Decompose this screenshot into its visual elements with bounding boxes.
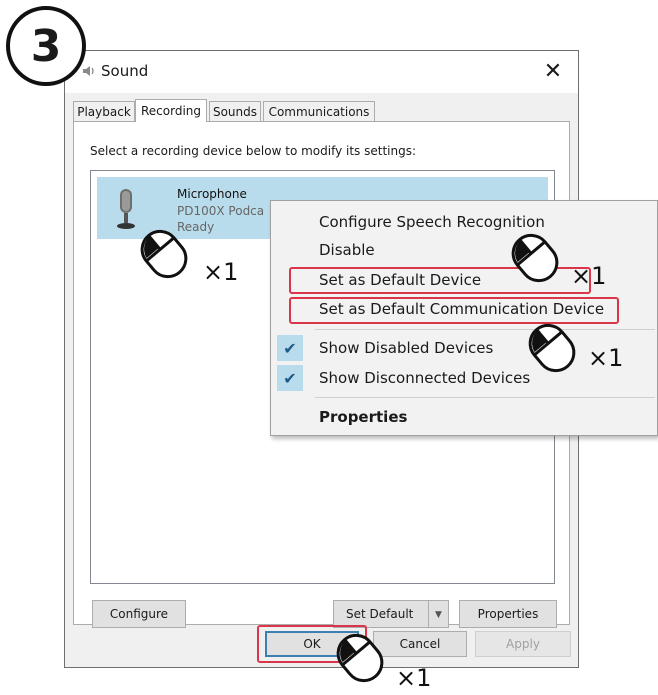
window-title: Sound — [101, 62, 149, 80]
speaker-icon — [83, 66, 94, 76]
click-count-label: ×1 — [571, 262, 607, 290]
mouse-click-icon — [336, 633, 384, 683]
mouse-click-icon — [511, 233, 559, 283]
device-properties-button[interactable]: Properties — [459, 600, 557, 628]
tab-label: Sounds — [212, 104, 258, 119]
configure-label: Configure — [109, 607, 169, 621]
cancel-label: Cancel — [399, 637, 441, 651]
device-description: PD100X Podca — [177, 204, 265, 218]
apply-label: Apply — [506, 637, 540, 651]
configure-button[interactable]: Configure — [92, 600, 186, 628]
apply-button[interactable]: Apply — [475, 631, 571, 657]
context-menu: Configure Speech Recognition Disable Set… — [270, 200, 658, 436]
checkmark-icon: ✔ — [277, 365, 303, 391]
mouse-click-icon — [140, 229, 188, 279]
device-name: Microphone — [177, 187, 247, 201]
menu-separator — [315, 397, 655, 398]
click-count-label: ×1 — [203, 258, 239, 286]
chevron-down-icon[interactable]: ▼ — [435, 610, 442, 620]
tab-recording[interactable]: Recording — [135, 99, 207, 122]
menu-item-show-disconnected-devices[interactable]: Show Disconnected Devices — [319, 369, 530, 387]
menu-item-set-as-default-communication-device[interactable]: Set as Default Communication Device — [319, 300, 604, 318]
menu-item-show-disabled-devices[interactable]: Show Disabled Devices — [319, 339, 493, 357]
menu-item-set-as-default-device[interactable]: Set as Default Device — [319, 271, 481, 289]
tab-sounds[interactable]: Sounds — [209, 101, 261, 121]
title-bar: Sound ✕ — [65, 51, 578, 93]
close-button[interactable]: ✕ — [535, 55, 571, 87]
tab-label: Recording — [140, 104, 202, 118]
step-number-badge: 3 — [6, 6, 86, 86]
menu-item-properties[interactable]: Properties — [319, 408, 407, 426]
ok-label: OK — [303, 637, 321, 651]
click-count-label: ×1 — [588, 344, 624, 372]
tab-label: Playback — [77, 104, 131, 119]
properties-label: Properties — [477, 607, 539, 621]
split-divider — [428, 601, 429, 627]
instruction-text: Select a recording device below to modif… — [90, 144, 417, 158]
tab-label: Communications — [268, 104, 370, 119]
click-count-label: ×1 — [396, 664, 432, 692]
set-default-button[interactable]: Set Default ▼ — [333, 600, 449, 628]
menu-separator — [315, 329, 655, 330]
mouse-click-icon — [528, 323, 576, 373]
tab-communications[interactable]: Communications — [263, 101, 375, 121]
set-default-label: Set Default — [346, 607, 414, 621]
checkmark-icon: ✔ — [277, 335, 303, 361]
menu-item-disable[interactable]: Disable — [319, 241, 375, 259]
close-icon: ✕ — [543, 58, 563, 84]
tab-playback[interactable]: Playback — [73, 101, 135, 121]
